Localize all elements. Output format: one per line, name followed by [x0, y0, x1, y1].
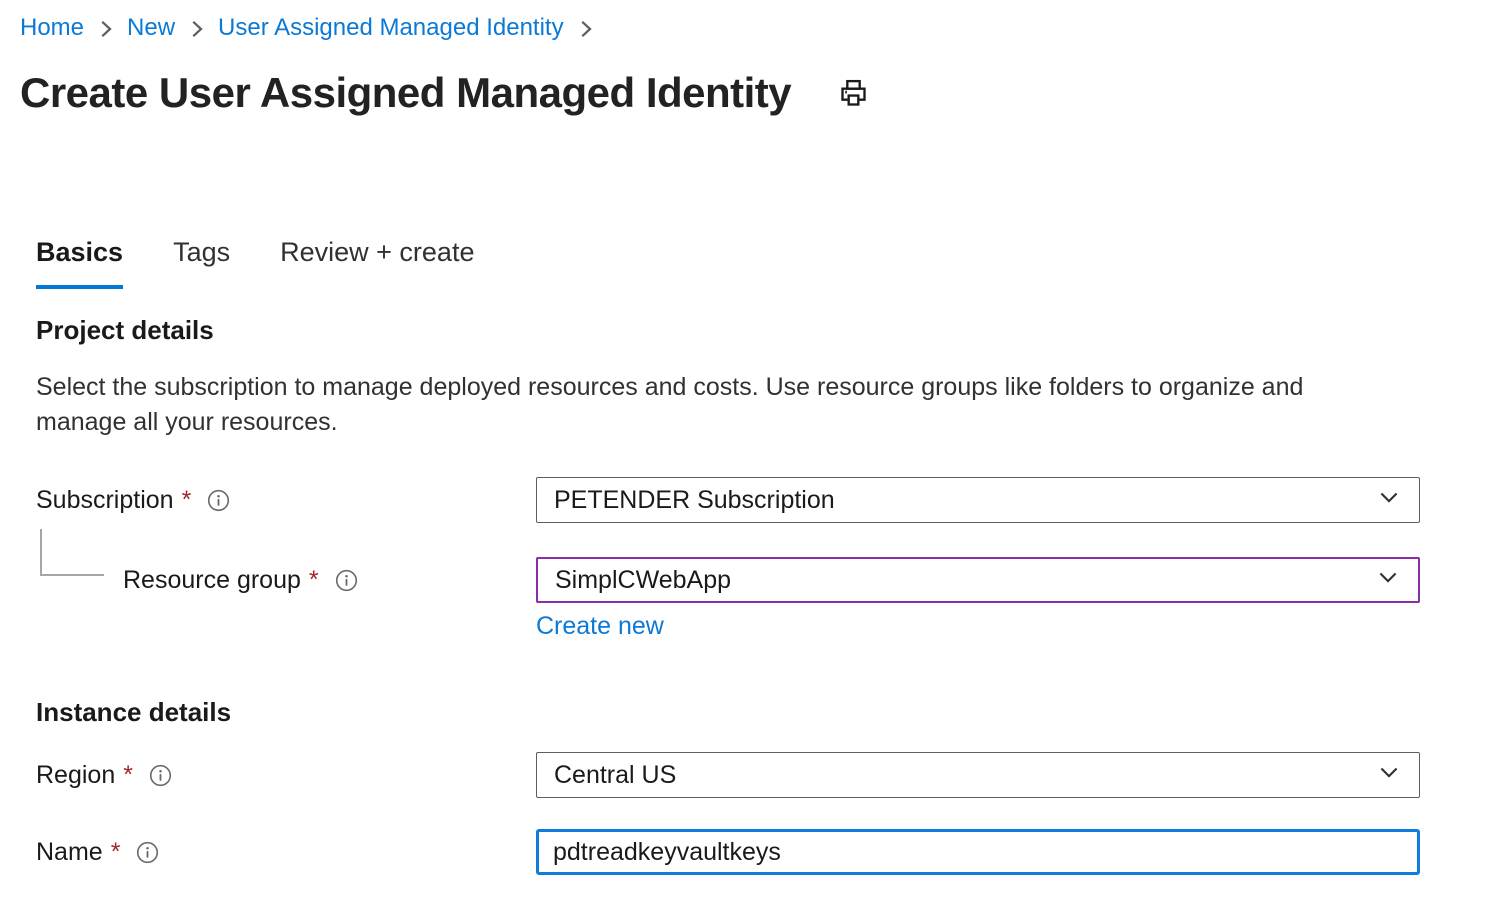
page-title: Create User Assigned Managed Identity [20, 70, 791, 116]
subscription-control-cell: PETENDER Subscription [536, 477, 1420, 523]
resource-group-control-cell: SimplCWebApp Create new [536, 557, 1420, 641]
chevron-right-icon [577, 16, 594, 42]
name-label-cell: Name * [36, 829, 536, 875]
region-label-cell: Region * [36, 752, 536, 798]
required-asterisk: * [123, 761, 133, 790]
info-icon[interactable] [149, 764, 172, 787]
region-row: Region * Central US [36, 752, 1486, 798]
chevron-down-icon [1374, 563, 1402, 598]
page-content: Home New User Assigned Managed Identity … [0, 0, 1506, 875]
breadcrumb-home-link[interactable]: Home [20, 13, 84, 43]
required-asterisk: * [309, 566, 319, 595]
title-row: Create User Assigned Managed Identity [20, 70, 1486, 116]
breadcrumb: Home New User Assigned Managed Identity [20, 13, 1486, 43]
region-control-cell: Central US [536, 752, 1420, 798]
subscription-dropdown[interactable]: PETENDER Subscription [536, 477, 1420, 523]
resource-group-row: Resource group * SimplCWebApp Create new [36, 557, 1486, 641]
info-icon[interactable] [335, 569, 358, 592]
name-row: Name * [36, 829, 1486, 875]
region-dropdown[interactable]: Central US [536, 752, 1420, 798]
required-asterisk: * [111, 838, 121, 867]
chevron-right-icon [97, 16, 114, 42]
tabs: Basics Tags Review + create [36, 237, 1486, 289]
chevron-right-icon [188, 16, 205, 42]
tab-tags[interactable]: Tags [173, 237, 230, 289]
subscription-label: Subscription [36, 486, 174, 515]
chevron-down-icon [1375, 758, 1403, 793]
required-asterisk: * [182, 486, 192, 515]
breadcrumb-new-link[interactable]: New [127, 13, 175, 43]
info-icon[interactable] [207, 489, 230, 512]
region-dropdown-value: Central US [554, 761, 676, 790]
project-details-heading: Project details [36, 315, 1486, 345]
resource-group-dropdown[interactable]: SimplCWebApp [536, 557, 1420, 603]
create-managed-identity-page: Home New User Assigned Managed Identity … [0, 0, 1506, 905]
tab-basics[interactable]: Basics [36, 237, 123, 289]
project-details-description: Select the subscription to manage deploy… [36, 370, 1366, 440]
region-label: Region [36, 761, 115, 790]
instance-details-heading: Instance details [36, 697, 1486, 727]
resource-group-label-cell: Resource group * [36, 557, 536, 603]
resource-group-dropdown-value: SimplCWebApp [555, 566, 731, 595]
subscription-row: Subscription * PETENDER Subscription [36, 477, 1486, 523]
create-new-link[interactable]: Create new [536, 612, 664, 641]
info-icon[interactable] [136, 841, 159, 864]
subscription-dropdown-value: PETENDER Subscription [554, 486, 835, 515]
name-input[interactable] [536, 829, 1420, 875]
basics-form: Subscription * PETENDER Subscription [36, 477, 1486, 875]
hierarchy-connector-line [40, 529, 104, 576]
name-label: Name [36, 838, 103, 867]
printer-icon[interactable] [837, 77, 870, 110]
chevron-down-icon [1375, 483, 1403, 518]
resource-group-label: Resource group [123, 566, 301, 595]
name-control-cell [536, 829, 1420, 875]
tab-review-create[interactable]: Review + create [280, 237, 474, 289]
subscription-label-cell: Subscription * [36, 477, 536, 523]
breadcrumb-uami-link[interactable]: User Assigned Managed Identity [218, 13, 564, 43]
